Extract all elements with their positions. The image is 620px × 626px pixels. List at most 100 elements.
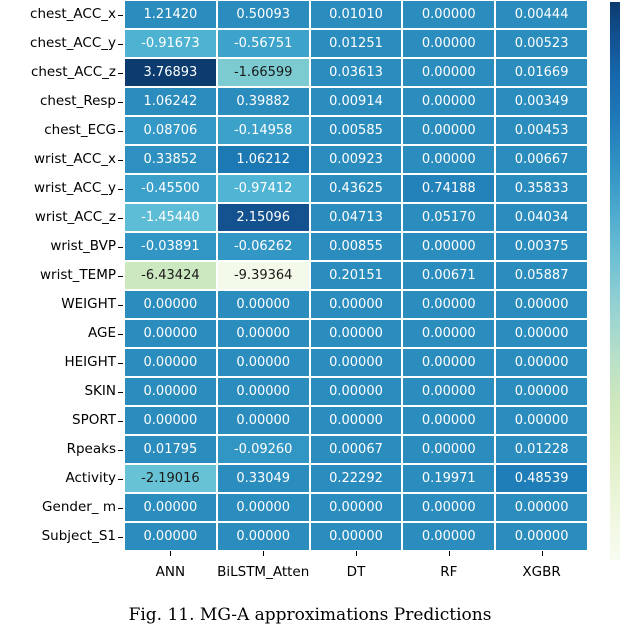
heatmap-cell: 0.00000 xyxy=(402,116,496,145)
row-tick xyxy=(118,73,123,74)
heatmap-cell: 0.00000 xyxy=(495,493,588,522)
row-label: AGE xyxy=(88,325,116,341)
heatmap-cell: 0.50093 xyxy=(216,0,310,29)
heatmap-cell-value: 0.39882 xyxy=(236,94,291,109)
heatmap-cell: 0.74188 xyxy=(402,174,496,203)
row-label: wrist_ACC_z xyxy=(34,209,116,225)
row-tick xyxy=(118,15,123,16)
heatmap-cell: 0.00000 xyxy=(402,406,496,435)
heatmap-cell: 0.00000 xyxy=(216,522,310,551)
heatmap-cell: 0.43625 xyxy=(309,174,403,203)
heatmap-cell-value: 0.50093 xyxy=(236,7,291,22)
heatmap-cell-value: 0.00000 xyxy=(421,297,476,312)
heatmap-cell-value: -0.45500 xyxy=(141,181,200,196)
heatmap-cell-value: 1.21420 xyxy=(143,7,198,22)
heatmap-cell: 0.00000 xyxy=(309,377,403,406)
heatmap-cell-value: 0.35833 xyxy=(514,181,569,196)
heatmap-cell-value: 0.00000 xyxy=(421,123,476,138)
heatmap-cell: -0.97412 xyxy=(216,174,310,203)
heatmap-cell-value: 0.00000 xyxy=(421,413,476,428)
row-label: SPORT xyxy=(72,412,116,428)
heatmap-cell-value: 3.76893 xyxy=(143,65,198,80)
heatmap-cell-value: 0.20151 xyxy=(329,268,383,283)
row-label: chest_ECG xyxy=(44,122,116,138)
heatmap-cell-value: -1.66599 xyxy=(233,65,293,80)
row-label: chest_ACC_y xyxy=(30,35,116,51)
row-tick xyxy=(118,450,123,451)
heatmap-cell: 0.00000 xyxy=(402,493,496,522)
heatmap-cell-value: 0.05887 xyxy=(514,268,569,283)
heatmap-cell: 0.00000 xyxy=(402,29,496,58)
row-tick xyxy=(118,363,123,364)
heatmap-cell-value: 0.33852 xyxy=(143,152,198,167)
heatmap-cell: 0.33852 xyxy=(124,145,217,174)
heatmap-cell: 0.01228 xyxy=(495,435,588,464)
heatmap-cell: 0.00000 xyxy=(495,319,588,348)
heatmap-cell-value: 0.00671 xyxy=(421,268,476,283)
heatmap-cell-value: -0.56751 xyxy=(233,36,293,51)
heatmap-figure: chest_ACC_x chest_ACC_y chest_ACC_z chest_R… xyxy=(0,0,620,626)
heatmap-cell-value: 0.00000 xyxy=(143,326,198,341)
heatmap-cell: -0.06262 xyxy=(216,232,310,261)
heatmap-cell-value: 0.00453 xyxy=(514,123,569,138)
heatmap-cell-value: 0.00000 xyxy=(514,500,569,515)
heatmap-cell: 0.19971 xyxy=(402,464,496,493)
row-label: wrist_BVP xyxy=(50,238,116,254)
heatmap-cell-value: 0.01795 xyxy=(143,442,198,457)
heatmap-cell-value: 0.00000 xyxy=(514,326,569,341)
heatmap-cell: 0.48539 xyxy=(495,464,588,493)
heatmap-cell-value: 0.00000 xyxy=(421,355,476,370)
row-tick xyxy=(118,218,123,219)
heatmap-grid: 1.21420 0.50093 0.01010 0.00000 0.00444 -0.91… xyxy=(124,0,588,551)
heatmap-cell: 0.00000 xyxy=(402,319,496,348)
heatmap-cell: 0.00349 xyxy=(495,87,588,116)
heatmap-cell-value: 0.00000 xyxy=(236,413,291,428)
heatmap-cell-value: -0.91673 xyxy=(141,36,200,51)
column-tick xyxy=(542,551,543,556)
heatmap-cell-value: 0.00000 xyxy=(329,500,383,515)
heatmap-cell-value: 0.00375 xyxy=(514,239,569,254)
heatmap-cell-value: -0.09260 xyxy=(233,442,293,457)
heatmap-cell: 0.00000 xyxy=(216,319,310,348)
heatmap-cell-value: -1.45440 xyxy=(141,210,200,225)
colorbar-gradient xyxy=(610,2,620,560)
row-label: Activity xyxy=(65,470,117,486)
heatmap-cell-value: 0.00000 xyxy=(143,529,198,544)
heatmap-cell-value: 0.00000 xyxy=(236,529,291,544)
heatmap-cell-value: 0.00000 xyxy=(421,500,476,515)
heatmap-cell-value: -0.03891 xyxy=(141,239,200,254)
heatmap-cell-value: 0.01010 xyxy=(329,7,383,22)
heatmap-cell-value: 0.00000 xyxy=(236,500,291,515)
column-tick xyxy=(356,551,357,556)
figure-caption: Fig. 11. MG-A approximations Predictions xyxy=(128,605,492,625)
row-label: chest_ACC_x xyxy=(30,6,116,22)
heatmap-cell-value: -0.06262 xyxy=(233,239,293,254)
heatmap-cell: 1.21420 xyxy=(124,0,217,29)
heatmap-cell-value: 0.00000 xyxy=(143,500,198,515)
heatmap-cell-value: 0.00000 xyxy=(329,297,383,312)
heatmap-cell: 0.00000 xyxy=(402,522,496,551)
heatmap-cell-value: 1.06212 xyxy=(236,152,291,167)
heatmap-cell: 0.00000 xyxy=(216,290,310,319)
heatmap-cell: 0.01010 xyxy=(309,0,403,29)
heatmap-cell: 0.00000 xyxy=(402,377,496,406)
heatmap-cell: -0.09260 xyxy=(216,435,310,464)
heatmap-cell-value: 0.00000 xyxy=(329,529,383,544)
row-label: wrist_ACC_x xyxy=(33,151,116,167)
heatmap-cell: 0.00000 xyxy=(402,145,496,174)
row-tick xyxy=(118,537,123,538)
heatmap-cell-value: -9.39364 xyxy=(233,268,293,283)
row-tick xyxy=(118,160,123,161)
heatmap-cell-value: 0.43625 xyxy=(329,181,383,196)
heatmap-cell: 2.15096 xyxy=(216,203,310,232)
heatmap-cell: -0.03891 xyxy=(124,232,217,261)
row-label: wrist_ACC_y xyxy=(33,180,116,196)
heatmap-cell: 0.00000 xyxy=(402,435,496,464)
heatmap-cell-value: 0.01669 xyxy=(514,65,569,80)
heatmap-cell: 0.00000 xyxy=(309,406,403,435)
row-label: WEIGHT xyxy=(61,296,116,312)
row-label: chest_ACC_z xyxy=(30,64,116,80)
heatmap-cell-value: 0.00000 xyxy=(421,7,476,22)
heatmap-cell-value: -6.43424 xyxy=(141,268,200,283)
heatmap-cell-value: 0.00000 xyxy=(329,326,383,341)
